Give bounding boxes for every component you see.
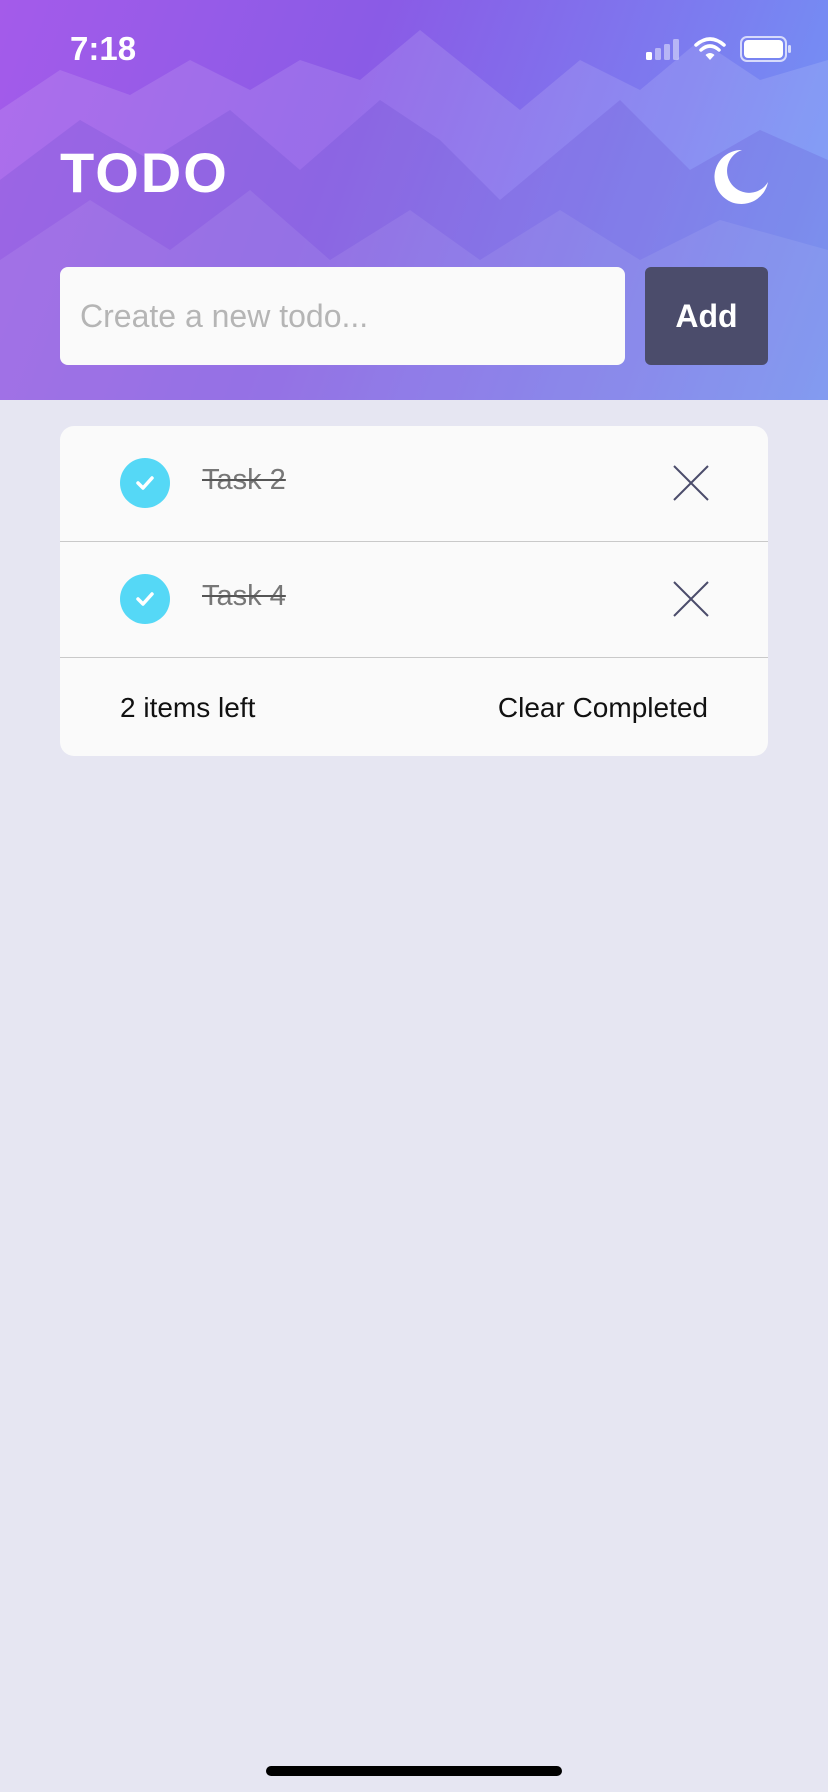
delete-button[interactable] — [672, 464, 710, 502]
todo-text: Task 4 — [202, 580, 286, 612]
wifi-icon — [694, 37, 726, 66]
theme-toggle-button[interactable] — [712, 148, 770, 206]
page-title: TODO — [60, 141, 229, 204]
close-icon — [673, 581, 709, 617]
items-left-count: 2 items left — [120, 692, 256, 723]
clear-completed-button[interactable]: Clear Completed — [498, 692, 708, 724]
list-item: Task 2 — [60, 426, 768, 542]
todo-text: Task 2 — [202, 464, 286, 496]
signal-icon — [644, 38, 680, 65]
moon-icon — [714, 149, 768, 204]
check-icon — [136, 476, 154, 490]
todo-list: Task 2 Task 4 2 items left Clear Complet… — [60, 426, 768, 756]
status-icons — [644, 36, 792, 67]
complete-toggle[interactable] — [120, 574, 170, 624]
home-indicator[interactable] — [266, 1766, 562, 1776]
battery-icon — [740, 36, 792, 67]
new-todo-input[interactable] — [60, 267, 625, 365]
check-icon — [136, 592, 154, 606]
status-time: 7:18 — [70, 30, 137, 67]
close-icon — [673, 465, 709, 501]
add-button[interactable]: Add — [645, 267, 768, 365]
list-item: Task 4 — [60, 542, 768, 658]
delete-button[interactable] — [672, 580, 710, 618]
header-background: 7:18 TODO Create a new todo... Add — [0, 0, 828, 400]
list-footer: 2 items left Clear Completed — [60, 658, 768, 756]
complete-toggle[interactable] — [120, 458, 170, 508]
